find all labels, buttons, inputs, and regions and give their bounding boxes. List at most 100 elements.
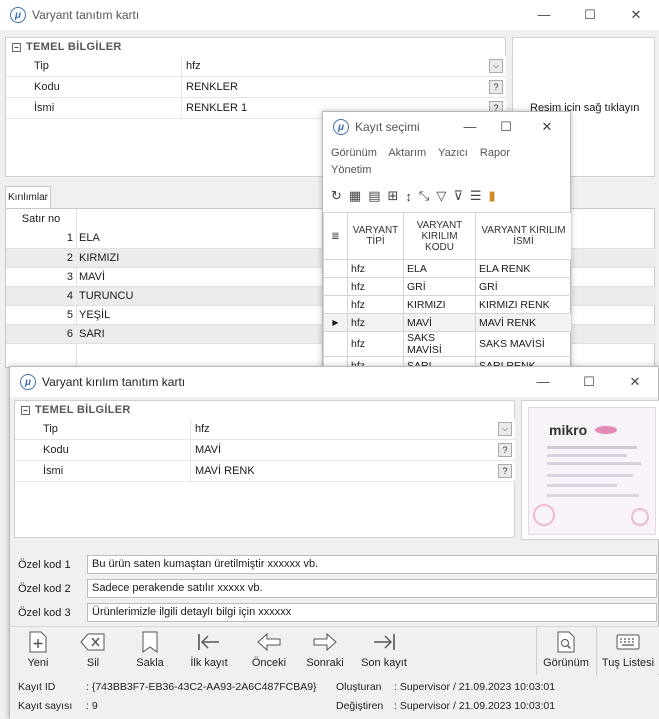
app-logo-icon: μ bbox=[20, 374, 36, 390]
table-row[interactable]: hfz ELA ELA RENK bbox=[323, 259, 572, 278]
tip-combo[interactable]: hfz ⌵ bbox=[181, 56, 506, 76]
ilk-kayit-button[interactable]: İlk kayıt bbox=[182, 627, 236, 675]
new-document-icon bbox=[29, 629, 47, 655]
maximize-button[interactable]: ☐ bbox=[567, 0, 613, 30]
arrow-left-icon bbox=[256, 629, 282, 655]
lookup-button[interactable]: ? bbox=[498, 443, 512, 457]
grid-icon[interactable]: ▤ bbox=[368, 188, 380, 204]
onceki-button[interactable]: Önceki bbox=[244, 627, 294, 675]
col-kirilim-ismi[interactable]: VARYANT KIRILIM İSMİ bbox=[475, 212, 572, 260]
maximize-button[interactable]: ☐ bbox=[488, 112, 524, 142]
son-kayit-button[interactable]: Son kayıt bbox=[356, 627, 412, 675]
chevron-down-icon[interactable]: ⌵ bbox=[498, 422, 512, 436]
kayit-icon-toolbar: ↻ ▦ ▤ ⊞ ↕ ⤡ ▽ ⊽ ☰ ▮ bbox=[331, 186, 569, 206]
sil-button[interactable]: Sil bbox=[72, 627, 114, 675]
table-row[interactable]: hfz GRİ GRİ bbox=[323, 277, 572, 296]
grid-add-icon[interactable]: ▦ bbox=[349, 188, 361, 204]
col-kirilim-kodu[interactable]: VARYANT KIRILIM KODU bbox=[403, 212, 476, 260]
kayit-id-value: : {743BB3F7-EB36-43C2-AA93-2A6C487FCBA9} bbox=[86, 681, 317, 693]
export-icon[interactable]: ▮ bbox=[488, 188, 495, 204]
last-record-icon bbox=[371, 629, 397, 655]
table-row[interactable]: hfz SAKS MAVİSİ SAKS MAVİSİ bbox=[323, 331, 572, 357]
decor-circle bbox=[631, 508, 649, 526]
close-button[interactable]: ✕ bbox=[612, 367, 658, 397]
kirilim-window-title: Varyant kırılım tanıtım kartı bbox=[42, 375, 186, 389]
product-image[interactable]: mikro bbox=[521, 400, 659, 540]
kirilim-titlebar[interactable]: μ Varyant kırılım tanıtım kartı — ☐ ✕ bbox=[10, 367, 658, 397]
maximize-button[interactable]: ☐ bbox=[566, 367, 612, 397]
keyboard-icon bbox=[616, 629, 640, 655]
main-window-title: Varyant tanıtım kartı bbox=[32, 8, 140, 22]
refresh-icon[interactable]: ↻ bbox=[331, 188, 342, 204]
collapse-icon[interactable]: − bbox=[12, 42, 21, 52]
current-row-indicator-icon: ▶ bbox=[323, 313, 348, 332]
kayit-dialog-title: Kayıt seçimi bbox=[355, 120, 420, 134]
kayit-sayisi-label: Kayıt sayısı bbox=[18, 700, 73, 712]
text-block bbox=[547, 484, 617, 487]
app-logo-icon: μ bbox=[333, 119, 349, 135]
table-row-current[interactable]: ▶ hfz MAVİ MAVİ RENK bbox=[323, 313, 572, 332]
minimize-button[interactable]: — bbox=[521, 0, 567, 30]
kayit-header-row: ≣ VARYANT TİPİ VARYANT KIRILIM KODU VARY… bbox=[323, 212, 572, 260]
field-row-ismi: İsmi MAVİ RENK ? bbox=[15, 461, 515, 482]
chevron-down-icon[interactable]: ⌵ bbox=[489, 59, 503, 73]
degistiren-value: : Supervisor / 21.09.2023 10:03:01 bbox=[394, 700, 556, 712]
menu-aktarim[interactable]: Aktarım bbox=[388, 147, 426, 159]
menu-gorunum[interactable]: Görünüm bbox=[331, 147, 377, 159]
filter-clear-icon[interactable]: ⊽ bbox=[453, 188, 463, 204]
minimize-button[interactable]: — bbox=[452, 112, 488, 142]
tus-listesi-button[interactable]: Tuş Listesi bbox=[600, 627, 656, 675]
kayit-sayisi-value: : 9 bbox=[86, 700, 98, 712]
kodu-field[interactable]: MAVİ ? bbox=[190, 440, 515, 460]
decor-circle bbox=[533, 504, 555, 526]
kayit-table: ≣ VARYANT TİPİ VARYANT KIRILIM KODU VARY… bbox=[323, 212, 572, 375]
section-header[interactable]: − TEMEL BİLGİLER bbox=[15, 401, 514, 419]
menu-yazici[interactable]: Yazıcı bbox=[438, 147, 468, 159]
filter-icon[interactable]: ▽ bbox=[436, 188, 446, 204]
brochure-thumbnail: mikro bbox=[528, 407, 656, 535]
column-chooser-icon[interactable]: ≣ bbox=[323, 212, 348, 260]
text-block bbox=[547, 474, 633, 477]
grid-header-satir-no[interactable]: Satır no bbox=[6, 209, 76, 229]
table-row[interactable]: hfz KIRMIZI KIRMIZI RENK bbox=[323, 295, 572, 314]
col-varyant-tipi[interactable]: VARYANT TİPİ bbox=[347, 212, 404, 260]
list-icon[interactable]: ☰ bbox=[470, 188, 482, 204]
ozel-kod-1-field[interactable]: Bu ürün saten kumaştan üretilmiştir xxxx… bbox=[87, 555, 657, 574]
toolbar-separator bbox=[596, 627, 597, 675]
collapse-icon[interactable]: − bbox=[21, 405, 30, 415]
close-button[interactable]: ✕ bbox=[524, 112, 570, 142]
tip-combo[interactable]: hfz ⌵ bbox=[190, 419, 515, 439]
ismi-field[interactable]: MAVİ RENK ? bbox=[190, 461, 515, 481]
ozel-kod-3-row: Özel kod 3 Ürünlerimizle ilgili detaylı … bbox=[14, 602, 657, 623]
field-row-kodu: Kodu RENKLER ? bbox=[6, 77, 506, 98]
tree-icon[interactable]: ⊞ bbox=[388, 188, 399, 204]
minimize-button[interactable]: — bbox=[520, 367, 566, 397]
bottom-toolbar: Yeni Sil Sakla İlk kayıt Önceki Sonraki bbox=[10, 626, 659, 675]
ozel-kod-1-row: Özel kod 1 Bu ürün saten kumaştan üretil… bbox=[14, 554, 657, 575]
olusturan-label: Oluşturan bbox=[336, 681, 382, 693]
gorunum-button[interactable]: Görünüm bbox=[538, 627, 594, 675]
close-button[interactable]: ✕ bbox=[613, 0, 659, 30]
collapse-arrows-icon[interactable]: ⤡ bbox=[419, 188, 429, 204]
lookup-button[interactable]: ? bbox=[489, 80, 503, 94]
status-bar: Kayıt ID : {743BB3F7-EB36-43C2-AA93-2A6C… bbox=[10, 675, 659, 719]
ozel-kod-3-field[interactable]: Ürünlerimizle ilgili detaylı bilgi için … bbox=[87, 603, 657, 622]
kodu-field[interactable]: RENKLER ? bbox=[181, 77, 506, 97]
field-row-kodu: Kodu MAVİ ? bbox=[15, 440, 515, 461]
menu-rapor[interactable]: Rapor bbox=[480, 147, 510, 159]
kayit-menubar: Görünüm Aktarım Yazıcı Rapor Yönetim bbox=[331, 145, 566, 179]
section-header[interactable]: − TEMEL BİLGİLER bbox=[6, 38, 505, 56]
yeni-button[interactable]: Yeni bbox=[16, 627, 60, 675]
first-record-icon bbox=[196, 629, 222, 655]
sakla-button[interactable]: Sakla bbox=[128, 627, 172, 675]
menu-yonetim[interactable]: Yönetim bbox=[331, 164, 371, 176]
app-logo-icon: μ bbox=[10, 7, 26, 23]
lookup-button[interactable]: ? bbox=[498, 464, 512, 478]
ozel-kod-2-field[interactable]: Sadece perakende satılır xxxxx vb. bbox=[87, 579, 657, 598]
olusturan-value: : Supervisor / 21.09.2023 10:03:01 bbox=[394, 681, 556, 693]
sonraki-button[interactable]: Sonraki bbox=[300, 627, 350, 675]
kayit-titlebar[interactable]: μ Kayıt seçimi — ☐ ✕ bbox=[323, 112, 570, 142]
sort-icon[interactable]: ↕ bbox=[405, 189, 412, 204]
main-titlebar[interactable]: μ Varyant tanıtım kartı — ☐ ✕ bbox=[0, 0, 659, 30]
tab-kirilimlar[interactable]: Kırılımlar bbox=[5, 186, 51, 208]
